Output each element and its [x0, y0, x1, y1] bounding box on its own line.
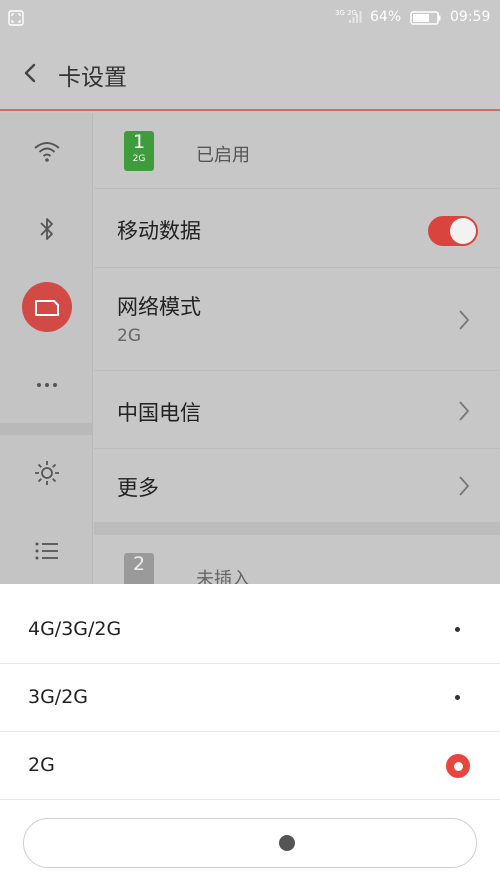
signal-icon: [349, 11, 362, 23]
screenshot-icon: [8, 10, 24, 26]
sidebar-item-list[interactable]: [0, 513, 93, 589]
sim1-number: 1: [132, 131, 146, 153]
carrier-label: 中国电信: [117, 401, 201, 425]
network-mode-value: 2G: [117, 326, 141, 346]
sim1-status: 已启用: [196, 145, 250, 166]
settings-sidebar: [0, 113, 93, 593]
option-label: 3G/2G: [28, 686, 89, 708]
sim2-number: 2: [132, 553, 146, 575]
mobile-data-row[interactable]: 移动数据: [94, 190, 500, 268]
sidebar-item-bluetooth[interactable]: [0, 191, 93, 267]
sim-card-icon: [34, 300, 59, 316]
sidebar-item-wifi[interactable]: [0, 113, 93, 189]
option-3g-2g[interactable]: 3G/2G: [0, 664, 500, 732]
sim1-badge: 1 2G: [124, 131, 154, 171]
unselected-radio-icon: [455, 695, 460, 700]
sidebar-item-display[interactable]: [0, 435, 93, 511]
cancel-button[interactable]: [23, 818, 477, 868]
bluetooth-icon: [39, 218, 53, 240]
unselected-radio-icon: [455, 627, 460, 632]
option-2g[interactable]: 2G: [0, 732, 500, 800]
back-arrow-icon[interactable]: [20, 60, 40, 86]
list-icon: [35, 542, 58, 560]
sim-settings-panel: 1 2G 已启用 移动数据 网络模式 2G 中国电信 更多 2 未插入: [94, 113, 500, 593]
chevron-right-icon: [459, 310, 470, 330]
chevron-right-icon: [459, 476, 470, 496]
option-label: 2G: [28, 754, 55, 776]
carrier-row[interactable]: 中国电信: [94, 372, 500, 449]
selected-radio-icon: [446, 754, 470, 778]
battery-percent: 64%: [370, 9, 402, 25]
wifi-icon: [33, 142, 60, 162]
sidebar-item-sim[interactable]: [0, 269, 93, 345]
battery-icon: [410, 11, 441, 25]
clock: 09:59: [450, 9, 491, 25]
mobile-data-label: 移动数据: [117, 219, 201, 243]
page-title: 卡设置: [58, 65, 127, 91]
toggle-knob: [450, 218, 476, 244]
sim-active-indicator: [21, 282, 72, 332]
option-4g-3g-2g[interactable]: 4G/3G/2G: [0, 596, 500, 664]
more-row[interactable]: 更多: [94, 450, 500, 523]
sim1-type: 2G: [132, 154, 146, 164]
more-dots-icon: [36, 383, 57, 387]
option-label: 4G/3G/2G: [28, 618, 122, 640]
network-mode-sheet: 4G/3G/2G 3G/2G 2G: [0, 584, 500, 889]
status-bar: 3G 2G 64% 09:59: [0, 0, 500, 36]
mobile-data-toggle[interactable]: [428, 216, 478, 246]
sidebar-item-more[interactable]: [0, 347, 93, 423]
brightness-icon: [34, 461, 59, 485]
chevron-right-icon: [459, 401, 470, 421]
more-label: 更多: [117, 476, 159, 500]
section-divider: [94, 523, 500, 535]
network-mode-row[interactable]: 网络模式 2G: [94, 269, 500, 371]
watermark-icon: [279, 835, 295, 851]
sim1-header: 1 2G 已启用: [94, 113, 500, 189]
title-bar: 卡设置: [0, 36, 500, 111]
sidebar-divider: [0, 423, 93, 435]
network-mode-label: 网络模式: [117, 295, 201, 319]
